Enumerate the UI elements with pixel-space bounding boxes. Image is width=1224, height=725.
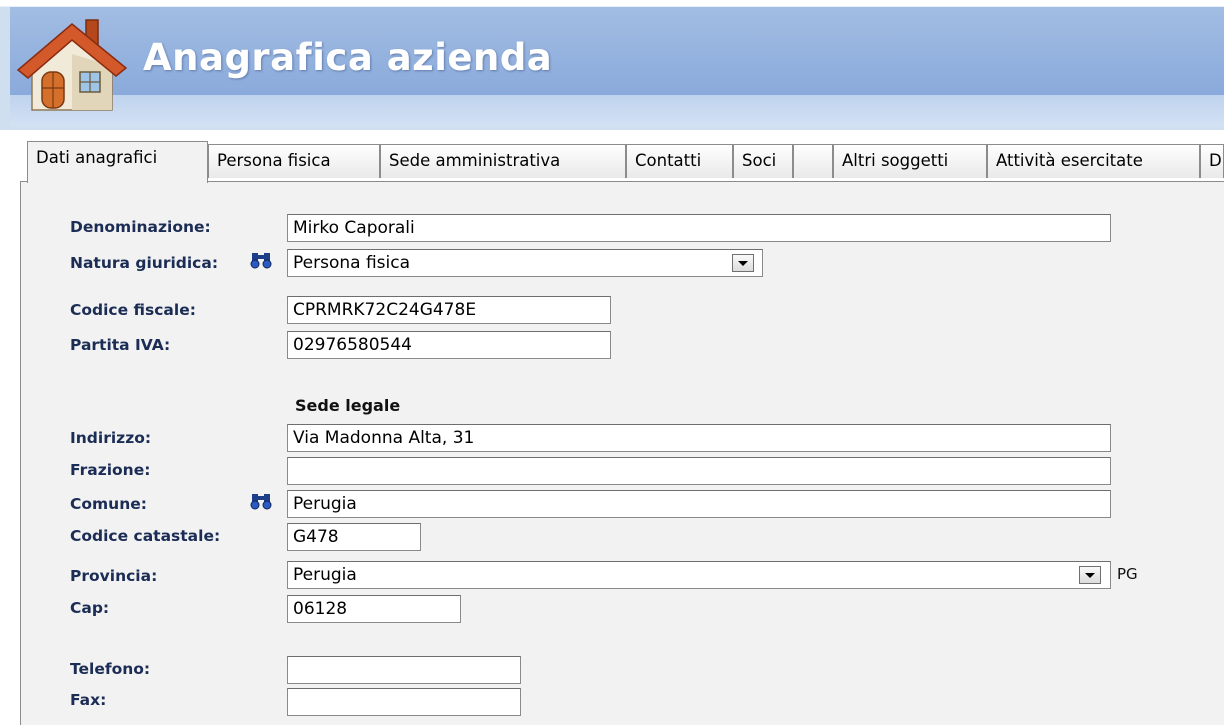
codice-fiscale-field[interactable]: CPRMRK72C24G478E (287, 296, 611, 324)
tab-empty[interactable] (793, 144, 833, 178)
frazione-field[interactable] (287, 457, 1111, 485)
indirizzo-label: Indirizzo: (70, 429, 152, 447)
telefono-field[interactable] (287, 656, 521, 684)
chevron-down-icon[interactable] (732, 254, 754, 272)
chevron-down-icon[interactable] (1079, 566, 1101, 584)
codice-fiscale-label: Codice fiscale: (70, 301, 196, 319)
fax-label: Fax: (70, 691, 107, 709)
tab-persona-fisica[interactable]: Persona fisica (208, 144, 380, 178)
binoculars-icon[interactable] (250, 491, 272, 511)
tab-attivita-esercitate[interactable]: Attività esercitate (987, 144, 1200, 178)
binoculars-icon[interactable] (250, 250, 272, 270)
denominazione-field[interactable]: Mirko Caporali (287, 214, 1111, 242)
tab-contatti[interactable]: Contatti (626, 144, 733, 178)
sede-legale-title: Sede legale (295, 396, 401, 415)
tab-truncated[interactable]: D (1200, 144, 1224, 178)
natura-giuridica-select[interactable]: Persona fisica (287, 249, 763, 277)
codice-catastale-field[interactable]: G478 (287, 523, 421, 551)
cap-field[interactable]: 06128 (287, 595, 461, 623)
frazione-label: Frazione: (70, 461, 151, 479)
cap-label: Cap: (70, 599, 110, 617)
comune-field[interactable]: Perugia (287, 490, 1111, 518)
comune-label: Comune: (70, 495, 147, 513)
denominazione-label: Denominazione: (70, 218, 211, 236)
natura-giuridica-label: Natura giuridica: (70, 254, 219, 272)
indirizzo-field[interactable]: Via Madonna Alta, 31 (287, 424, 1111, 452)
partita-iva-label: Partita IVA: (70, 336, 171, 354)
fax-field[interactable] (287, 688, 521, 716)
provincia-label: Provincia: (70, 567, 158, 585)
title-bar-lower (10, 95, 1224, 127)
tab-altri-soggetti[interactable]: Altri soggetti (833, 144, 987, 178)
partita-iva-field[interactable]: 02976580544 (287, 331, 611, 359)
tab-sede-amministrativa[interactable]: Sede amministrativa (380, 144, 626, 178)
codice-catastale-label: Codice catastale: (70, 527, 221, 545)
tab-dati-anagrafici[interactable]: Dati anagrafici (27, 141, 208, 183)
tab-soci[interactable]: Soci (733, 144, 793, 178)
provincia-select[interactable]: Perugia (287, 561, 1111, 589)
provincia-sigla: PG (1117, 565, 1138, 583)
house-icon (16, 19, 128, 111)
app-title: Anagrafica azienda (143, 36, 553, 79)
telefono-label: Telefono: (70, 660, 151, 678)
